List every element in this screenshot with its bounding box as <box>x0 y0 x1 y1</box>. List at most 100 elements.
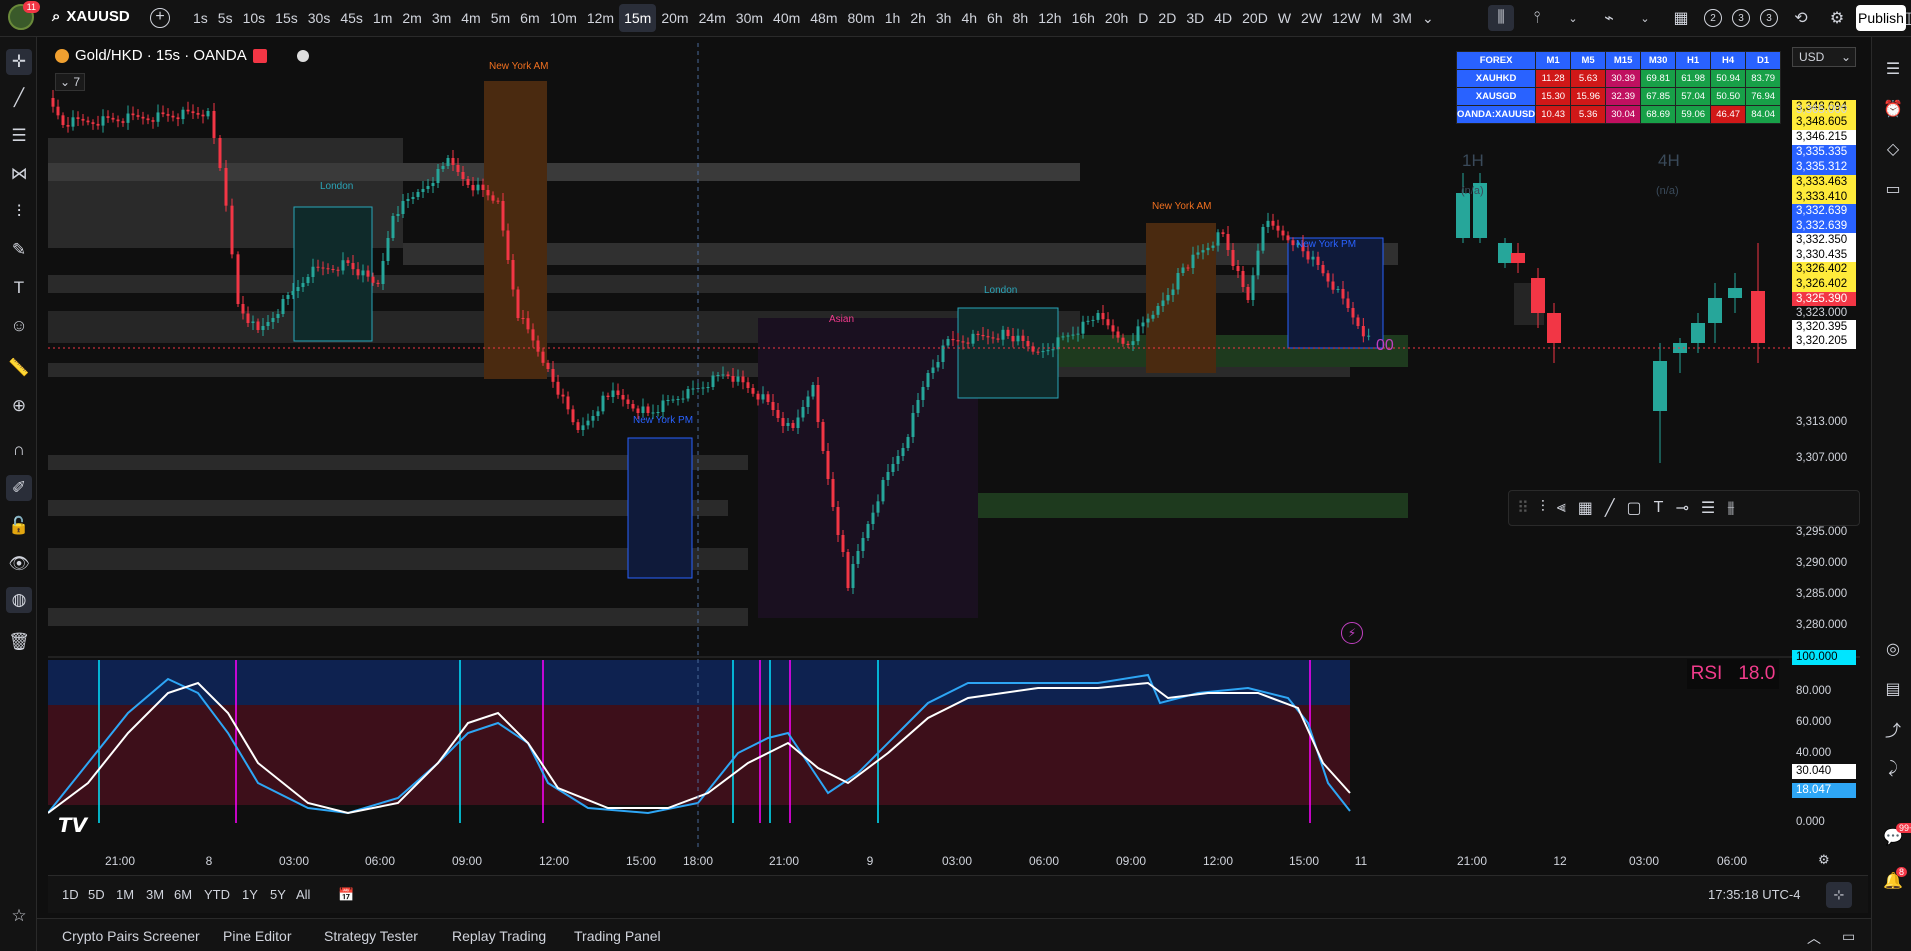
interval-4D[interactable]: 4D <box>1209 4 1237 32</box>
avatar[interactable]: 11 <box>8 1 40 30</box>
pattern-icon[interactable]: ⋈ <box>6 161 32 187</box>
crosshair-icon[interactable]: ✛ <box>6 49 32 75</box>
text-icon[interactable]: T <box>1654 499 1664 517</box>
drag-handle-icon[interactable]: ⠿ <box>1517 498 1529 518</box>
indicator-count[interactable]: ⌄ 7 <box>55 73 86 91</box>
table-icon[interactable]: ▦ <box>1578 498 1593 518</box>
time-axis[interactable]: 21:00 8 03:00 06:00 09:00 12:00 15:00 18:00 21:0… <box>48 851 1860 873</box>
interval-2m[interactable]: 2m <box>397 4 426 32</box>
price-chart[interactable] <box>48 43 1860 871</box>
interval-1m[interactable]: 1m <box>368 4 397 32</box>
calendar-icon[interactable]: ▤ <box>1881 677 1905 701</box>
alerts-icon[interactable]: ⏰ <box>1881 97 1905 121</box>
interval-1h[interactable]: 1h <box>880 4 906 32</box>
settings-lines-icon[interactable]: ⫷ <box>1557 499 1566 517</box>
interval-8h[interactable]: 8h <box>1008 4 1034 32</box>
bottom-tab[interactable]: Crypto Pairs Screener <box>62 928 200 944</box>
interval-48m[interactable]: 48m <box>805 4 842 32</box>
interval-6m[interactable]: 6m <box>515 4 544 32</box>
interval-12W[interactable]: 12W <box>1327 4 1366 32</box>
range-YTD[interactable]: YTD <box>204 887 230 902</box>
lines-icon[interactable]: ☰ <box>1701 498 1715 518</box>
interval-20D[interactable]: 20D <box>1237 4 1273 32</box>
eye-icon[interactable]: 👁 <box>6 551 32 577</box>
interval-W[interactable]: W <box>1273 4 1296 32</box>
settings-icon[interactable]: ⚙ <box>1824 5 1850 31</box>
range-5Y[interactable]: 5Y <box>270 887 286 902</box>
bottom-tab[interactable]: Pine Editor <box>223 928 291 944</box>
ruler-icon[interactable]: 📏 <box>6 355 32 381</box>
interval-30m[interactable]: 30m <box>731 4 768 32</box>
interval-24m[interactable]: 24m <box>694 4 731 32</box>
line-icon[interactable]: ╱ <box>1605 498 1615 518</box>
clock[interactable]: 17:35:18 UTC-4 <box>1708 887 1801 902</box>
interval-3h[interactable]: 3h <box>931 4 957 32</box>
interval-3D[interactable]: 3D <box>1181 4 1209 32</box>
range-1D[interactable]: 1D <box>62 887 79 902</box>
interval-45s[interactable]: 45s <box>335 4 368 32</box>
range-6M[interactable]: 6M <box>174 887 192 902</box>
target-icon[interactable]: ◎ <box>1881 637 1905 661</box>
bottom-tab[interactable]: Strategy Tester <box>324 928 418 944</box>
interval-D[interactable]: D <box>1133 4 1153 32</box>
strategy-icon[interactable]: ⤴ <box>1881 717 1905 741</box>
interval-5s[interactable]: 5s <box>213 4 238 32</box>
horizontal-ray-icon[interactable]: ⊸ <box>1675 498 1688 518</box>
interval-6h[interactable]: 6h <box>982 4 1008 32</box>
indicators-icon[interactable]: ⫯ <box>1524 5 1550 31</box>
interval-4m[interactable]: 4m <box>456 4 485 32</box>
chat-icon[interactable]: ▭ <box>1881 177 1905 201</box>
chevron-down-icon[interactable]: ⌄ <box>1417 4 1439 33</box>
emoji-icon[interactable]: ☺ <box>6 313 32 339</box>
chevron-down-icon[interactable]: ⌄ <box>1632 5 1658 31</box>
rectangle-icon[interactable]: ▢ <box>1627 498 1642 518</box>
range-3M[interactable]: 3M <box>146 887 164 902</box>
templates-icon[interactable]: ⌁ <box>1596 5 1622 31</box>
bottom-tab[interactable]: Replay Trading <box>452 928 546 944</box>
layout-slot-1[interactable]: 2 <box>1704 9 1722 27</box>
trash-icon[interactable]: 🗑 <box>6 629 32 655</box>
interval-10s[interactable]: 10s <box>238 4 271 32</box>
range-1M[interactable]: 1M <box>116 887 134 902</box>
chevron-up-icon[interactable]: ︿ <box>1807 928 1821 948</box>
layers-icon[interactable]: ◇ <box>1881 137 1905 161</box>
interval-16h[interactable]: 16h <box>1067 4 1100 32</box>
globe-icon[interactable]: ◍ <box>6 587 32 613</box>
interval-40m[interactable]: 40m <box>768 4 805 32</box>
currency-select[interactable]: USD ⌄ <box>1792 47 1856 67</box>
lightning-icon[interactable]: ⚡ <box>1341 622 1363 644</box>
compare-symbol-button[interactable]: + <box>150 8 170 28</box>
star-icon[interactable]: ☆ <box>6 903 32 929</box>
replay-icon[interactable]: ⟲ <box>1788 5 1814 31</box>
interval-M[interactable]: M <box>1366 4 1388 32</box>
interval-1s[interactable]: 1s <box>188 4 213 32</box>
interval-5m[interactable]: 5m <box>486 4 515 32</box>
crosshair-icon[interactable]: ⊹ <box>1826 882 1852 908</box>
interval-10m[interactable]: 10m <box>545 4 582 32</box>
interval-3m[interactable]: 3m <box>427 4 456 32</box>
interval-20m[interactable]: 20m <box>656 4 693 32</box>
interval-15s[interactable]: 15s <box>270 4 303 32</box>
range-1Y[interactable]: 1Y <box>242 887 258 902</box>
interval-2h[interactable]: 2h <box>905 4 931 32</box>
fib-icon[interactable]: ⫶ <box>6 199 32 225</box>
layout-slot-2[interactable]: 3 <box>1732 9 1750 27</box>
stay-drawing-icon[interactable]: ✐ <box>6 475 32 501</box>
rsi-indicator-label[interactable]: RSI 18.0 <box>1687 659 1779 689</box>
interval-80m[interactable]: 80m <box>843 4 880 32</box>
chart-legend[interactable]: Gold/HKD · 15s · OANDA <box>55 47 309 64</box>
interval-20h[interactable]: 20h <box>1100 4 1133 32</box>
calendar-icon[interactable]: 📅 <box>338 887 354 903</box>
interval-3M[interactable]: 3M <box>1388 4 1417 32</box>
text-tool-icon[interactable]: T <box>6 275 32 301</box>
settings-lines-icon[interactable]: ⫶ <box>1541 499 1545 517</box>
layout-grid-icon[interactable]: ▦ <box>1668 5 1694 31</box>
publish-button[interactable]: Publish <box>1856 5 1906 31</box>
interval-4h[interactable]: 4h <box>956 4 982 32</box>
lock-icon[interactable]: 🔓 <box>6 513 32 539</box>
layout-slot-3[interactable]: 3 <box>1760 9 1778 27</box>
ideas-icon[interactable]: ⤸ <box>1881 757 1905 781</box>
maximize-icon[interactable]: ▭ <box>1842 928 1855 945</box>
magnet-icon[interactable]: ∩ <box>6 437 32 463</box>
more-icon[interactable]: ⫵ <box>1727 499 1734 517</box>
